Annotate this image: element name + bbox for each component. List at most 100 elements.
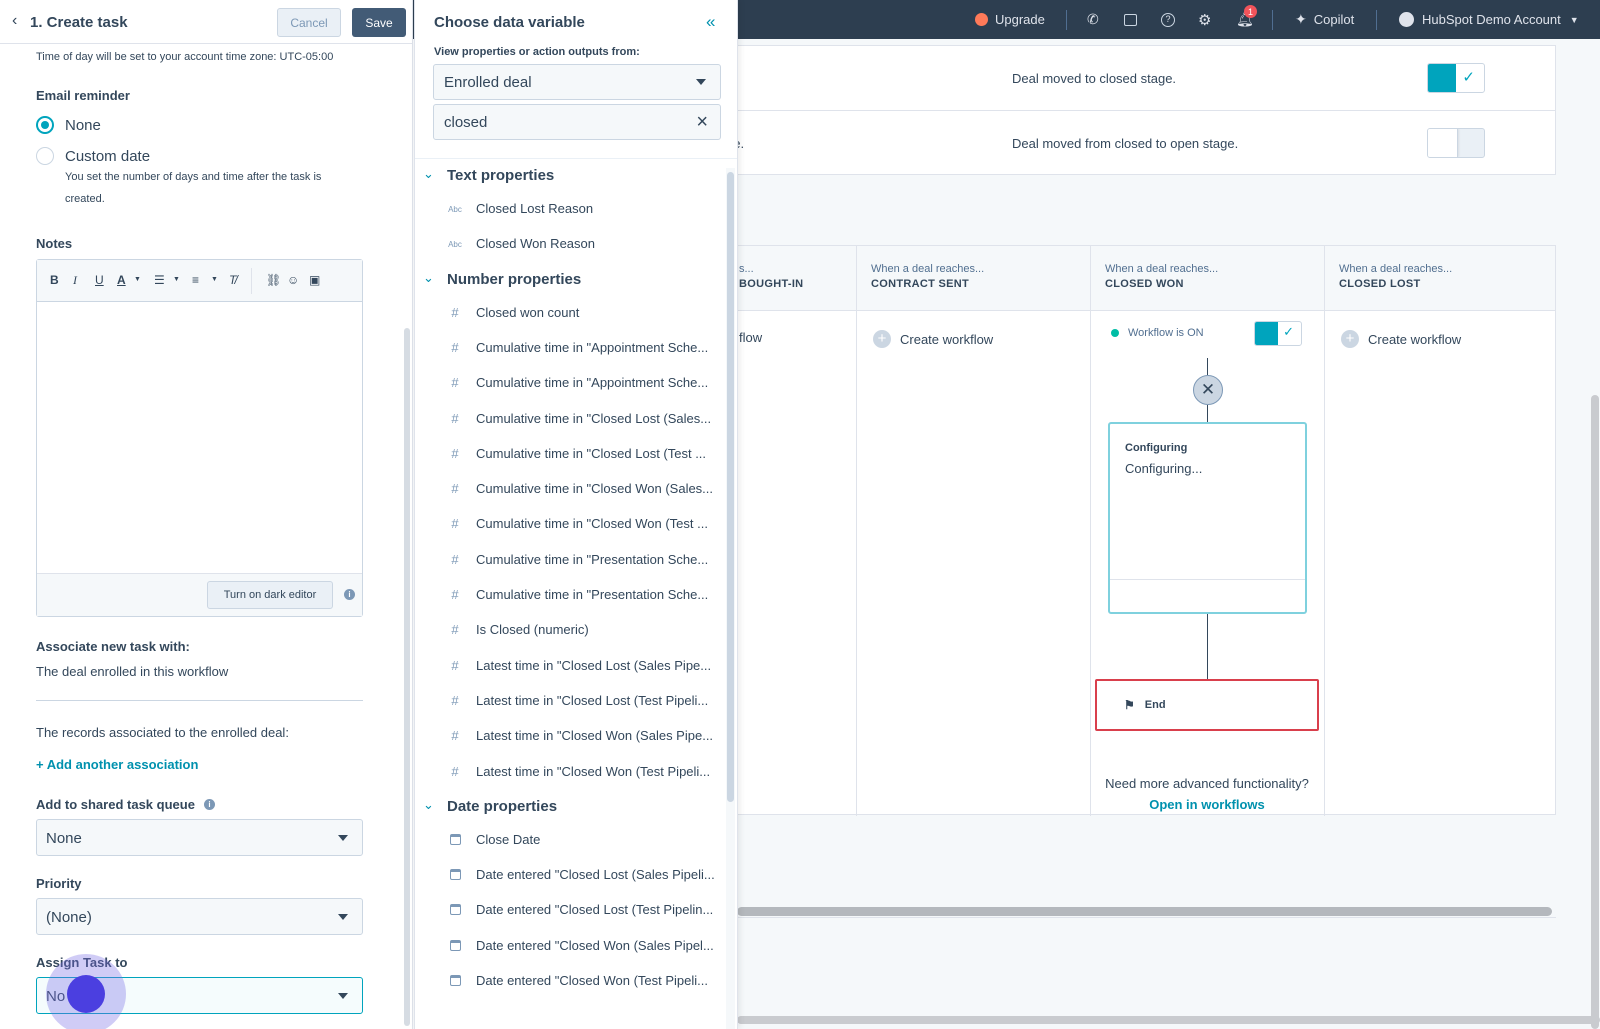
help-icon[interactable]: ? [1161,0,1175,39]
clear-icon[interactable]: × [696,111,708,134]
copilot-button[interactable]: ✦ Copilot [1295,0,1354,39]
property-option[interactable]: # Cumulative time in "Appointment Sche... [415,330,725,366]
priority-label: Priority [36,876,82,891]
trigger-toggle[interactable]: ✓ [1427,63,1485,93]
property-option[interactable]: # Latest time in "Closed Lost (Test Pipel… [415,683,725,719]
hash-icon: # [451,728,459,744]
emoji-icon[interactable]: ☺ [287,273,299,287]
custom-date-help: You set the number of days and time afte… [65,171,322,183]
trigger-row: ). Deal moved to closed stage. ✓ [701,46,1555,110]
bold-icon[interactable]: B [50,273,59,287]
add-association-link[interactable]: + Add another association [36,757,198,772]
workflow-toggle[interactable]: ✓ [1254,321,1302,346]
marketplace-icon[interactable] [1124,0,1137,39]
vertical-scrollbar[interactable] [1591,395,1599,1029]
property-group-header[interactable]: ⌄ Date properties [415,791,725,821]
chevron-down-icon[interactable]: ▼ [173,276,180,283]
info-icon[interactable]: i [344,589,355,600]
property-option[interactable]: Abc Closed Lost Reason [415,191,725,227]
property-option[interactable]: # Latest time in "Closed Won (Test Pipeli… [415,754,725,790]
calendar-icon [447,902,463,918]
calendar-icon [447,867,463,883]
hash-icon: # [451,375,459,391]
notifications-icon[interactable]: 🔔︎ 1 [1236,0,1257,39]
calling-icon[interactable]: ✆ [1087,0,1099,39]
account-menu[interactable]: HubSpot Demo Account ▼ [1399,0,1579,39]
horizontal-scrollbar[interactable] [737,907,1552,916]
property-option[interactable]: Close Date [415,822,725,858]
page-horizontal-scrollbar[interactable] [737,1016,1600,1024]
double-chevron-left-icon[interactable]: « [706,12,715,32]
create-workflow-button[interactable]: + Create workflow [1341,330,1461,348]
caret-down-icon [338,993,348,999]
clear-format-icon[interactable]: T̸ [229,273,236,287]
property-option[interactable]: # Cumulative time in "Appointment Sche... [415,365,725,401]
create-workflow-button[interactable]: + Create workflow [873,330,993,348]
dark-editor-button[interactable]: Turn on dark editor [207,581,333,609]
close-icon[interactable]: ✕ [1193,375,1223,405]
property-option[interactable]: # Cumulative time in "Closed Lost (Test .… [415,436,725,472]
property-group-header[interactable]: ⌄ Number properties [415,264,725,294]
alignment-icon[interactable]: ≡ [192,273,199,287]
settings-icon[interactable]: ⚙ [1198,0,1211,39]
notes-editor[interactable]: B I U A ▼ ☰ ▼ ≡ ▼ T̸ ⛓ ☺ ▣ Turn on dark … [36,259,363,617]
chevron-left-icon[interactable]: ‹ [12,12,17,30]
create-task-panel: ‹ 1. Create task Cancel Save Time of day… [0,0,413,1029]
priority-select[interactable]: (None) [36,898,363,935]
sparkle-icon: ✦ [1295,11,1307,27]
panel-title: 1. Create task [30,14,128,31]
property-option[interactable]: Date entered "Closed Won (Sales Pipel... [415,928,725,964]
divider [36,700,363,701]
underline-icon[interactable]: U [95,273,104,287]
property-option[interactable]: # Latest time in "Closed Lost (Sales Pipe… [415,648,725,684]
italic-icon[interactable]: I [73,273,77,288]
configuring-card[interactable]: Configuring Configuring... [1108,422,1307,614]
panel-scrollbar[interactable] [404,328,410,1026]
property-option[interactable]: Date entered "Closed Lost (Test Pipelin.… [415,892,725,928]
property-option[interactable]: # Cumulative time in "Presentation Sche..… [415,577,725,613]
text-color-icon[interactable]: A [117,273,126,287]
property-option[interactable]: # Is Closed (numeric) [415,612,725,648]
plus-icon: + [1341,330,1359,348]
chevron-down-icon[interactable]: ▼ [134,276,141,283]
abc-icon: Abc [448,205,462,214]
property-option[interactable]: # Cumulative time in "Closed Lost (Sales.… [415,401,725,437]
chevron-down-icon: ⌄ [423,166,434,181]
property-group-header[interactable]: ⌄ Text properties [415,160,725,190]
caret-down-icon [338,835,348,841]
property-search-input[interactable]: closed × [433,104,721,140]
property-option[interactable]: # Closed won count [415,295,725,331]
link-icon[interactable]: ⛓ [266,273,281,287]
records-note: The records associated to the enrolled d… [36,725,289,740]
bulleted-list-icon[interactable]: ☰ [154,273,165,287]
nav-divider [1066,10,1067,30]
property-option[interactable]: # Latest time in "Closed Won (Sales Pipe.… [415,718,725,754]
property-option[interactable]: Date entered "Closed Won (Test Pipeli... [415,963,725,999]
caret-down-icon [338,914,348,920]
source-select[interactable]: Enrolled deal [433,64,721,100]
chevron-down-icon[interactable]: ▼ [211,276,218,283]
save-button[interactable]: Save [352,8,406,37]
calendar-icon [447,973,463,989]
property-option[interactable]: Date entered "Closed Lost (Sales Pipeli.… [415,857,725,893]
radio-none[interactable] [36,116,54,134]
chevron-down-icon: ⌄ [423,269,434,285]
property-option[interactable]: # Cumulative time in "Closed Won (Test ..… [415,506,725,542]
radio-custom-date[interactable] [36,147,54,165]
abc-icon: Abc [448,240,462,250]
trigger-toggle[interactable] [1427,128,1485,158]
open-in-workflows-link[interactable]: Open in workflows [1100,797,1314,812]
stage-column: When a deal reaches... CLOSED LOST + Cre… [1339,263,1462,348]
property-option[interactable]: # Cumulative time in "Presentation Sche..… [415,542,725,578]
end-node[interactable]: ⚑ End [1095,679,1319,731]
create-workflow-link[interactable]: flow [739,330,762,345]
task-queue-select[interactable]: None [36,819,363,856]
list-scrollbar[interactable] [727,172,734,802]
property-option[interactable]: Abc Closed Won Reason [415,226,725,262]
image-icon[interactable]: ▣ [309,273,320,287]
hash-icon: # [451,622,459,638]
cancel-button[interactable]: Cancel [277,8,341,37]
info-icon[interactable]: i [204,799,215,810]
property-option[interactable]: # Cumulative time in "Closed Won (Sales..… [415,471,725,507]
upgrade-button[interactable]: Upgrade [975,0,1045,39]
